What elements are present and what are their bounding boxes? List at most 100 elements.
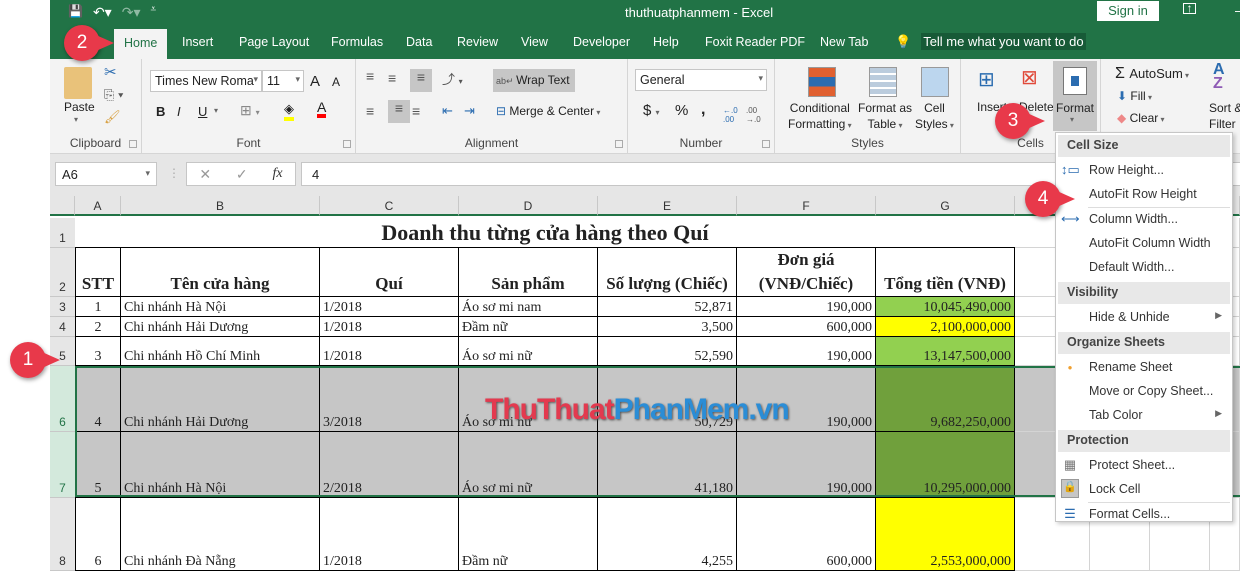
unit-price-cell[interactable]: 190,000 <box>737 297 876 317</box>
sort-filter-button[interactable]: Sort & Filter <box>1209 100 1240 132</box>
middle-align-icon[interactable]: ≡ <box>388 70 396 86</box>
menu-item-autofit-column-width[interactable]: AutoFit Column Width <box>1056 232 1232 256</box>
borders-icon[interactable]: ⊞ ▾ <box>240 102 260 119</box>
sheet-title[interactable]: Doanh thu từng cửa hàng theo Quí <box>75 218 1015 248</box>
copy-icon[interactable]: ⎘ ▾ <box>104 87 123 103</box>
conditional-formatting-button[interactable]: Conditional Formatting ▾ <box>788 100 852 134</box>
header-cell[interactable]: Số lượng (Chiếc) <box>598 248 737 297</box>
quarter-cell[interactable]: 3/2018 <box>320 366 459 432</box>
format-button[interactable]: Format ▾ <box>1053 61 1097 131</box>
percent-button[interactable]: % <box>675 102 688 119</box>
select-all-corner[interactable] <box>50 196 75 216</box>
number-format-select[interactable]: General ▾ <box>635 69 767 91</box>
increase-indent-icon[interactable]: ⇥ <box>464 103 475 119</box>
tab-foxit-reader-pdf[interactable]: Foxit Reader PDF <box>705 35 805 49</box>
redo-icon[interactable]: ↷▾ <box>122 4 141 21</box>
total-cell[interactable]: 9,682,250,000 <box>876 366 1015 432</box>
menu-item-format-cells[interactable]: ☰ Format Cells... <box>1056 503 1232 527</box>
bottom-align-icon[interactable]: ≡ <box>410 69 432 92</box>
quantity-cell[interactable]: 4,255 <box>598 498 737 571</box>
shrink-font-button[interactable]: A <box>332 75 340 89</box>
orientation-icon[interactable]: ⤴ ▾ <box>442 69 463 88</box>
quantity-cell[interactable]: 52,871 <box>598 297 737 317</box>
minimize-icon[interactable]: — <box>1235 2 1240 18</box>
tell-me-box[interactable]: 💡 Tell me what you want to do <box>895 33 1086 50</box>
bold-button[interactable]: B <box>156 104 165 119</box>
stt-cell[interactable]: 4 <box>75 366 121 432</box>
cancel-icon[interactable]: ✕ <box>199 166 211 183</box>
quarter-cell[interactable]: 1/2018 <box>320 337 459 366</box>
clipboard-launcher-icon[interactable] <box>129 140 137 148</box>
decrease-indent-icon[interactable]: ⇤ <box>442 103 453 119</box>
insert-function-icon[interactable]: fx <box>272 166 282 182</box>
column-header-a[interactable]: A <box>75 196 121 216</box>
column-header-f[interactable]: F <box>737 196 876 216</box>
underline-dropdown-icon[interactable]: ▾ <box>214 106 218 115</box>
paste-button[interactable]: Paste <box>64 100 95 114</box>
save-icon[interactable]: 💾 <box>68 4 83 21</box>
menu-item-rename-sheet[interactable]: ● Rename Sheet <box>1056 356 1232 380</box>
clear-button[interactable]: ◆ Clear ▾ <box>1117 111 1165 125</box>
cell-styles-button[interactable]: Cell Styles ▾ <box>915 100 954 134</box>
tab-page-layout[interactable]: Page Layout <box>239 35 309 49</box>
quarter-cell[interactable]: 1/2018 <box>320 317 459 337</box>
tab-view[interactable]: View <box>521 35 548 49</box>
currency-button[interactable]: $ ▾ <box>643 102 660 119</box>
stt-cell[interactable]: 6 <box>75 498 121 571</box>
align-left-icon[interactable]: ≡ <box>366 103 374 119</box>
name-box[interactable]: A6 ▾ <box>55 162 157 186</box>
total-cell[interactable]: 2,100,000,000 <box>876 317 1015 337</box>
customize-qat-icon[interactable]: ⩡ <box>150 4 156 21</box>
quarter-cell[interactable]: 1/2018 <box>320 498 459 571</box>
row-header-3[interactable]: 3 <box>50 297 75 317</box>
row-header-4[interactable]: 4 <box>50 317 75 337</box>
format-as-table-button[interactable]: Format as Table ▾ <box>858 100 912 134</box>
store-name-cell[interactable]: Chi nhánh Hà Nội <box>121 432 320 498</box>
row-header-1[interactable]: 1 <box>50 218 75 248</box>
font-launcher-icon[interactable] <box>343 140 351 148</box>
decrease-decimal-button[interactable]: .00 →.0 <box>746 106 761 124</box>
quantity-cell[interactable]: 52,590 <box>598 337 737 366</box>
store-name-cell[interactable]: Chi nhánh Hải Dương <box>121 317 320 337</box>
header-cell[interactable]: Đơn giá (VNĐ/Chiếc) <box>737 248 876 297</box>
tab-help[interactable]: Help <box>653 35 679 49</box>
align-center-icon[interactable]: ≡ <box>388 100 410 123</box>
tab-home[interactable]: Home <box>114 29 168 59</box>
top-align-icon[interactable]: ≡ <box>366 68 374 84</box>
tab-data[interactable]: Data <box>406 35 432 49</box>
quarter-cell[interactable]: 2/2018 <box>320 432 459 498</box>
unit-price-cell[interactable]: 190,000 <box>737 337 876 366</box>
tab-review[interactable]: Review <box>457 35 498 49</box>
merge-center-button[interactable]: ⊟ Merge & Center ▾ <box>496 104 600 118</box>
undo-icon[interactable]: ↶▾ <box>93 4 112 21</box>
product-cell[interactable]: Đầm nữ <box>459 498 598 571</box>
menu-item-hide-unhide[interactable]: Hide & Unhide ▶ <box>1056 306 1232 330</box>
stt-cell[interactable]: 3 <box>75 337 121 366</box>
increase-decimal-button[interactable]: ←.0.00 <box>723 106 738 124</box>
paste-icon[interactable] <box>64 67 92 99</box>
sign-in-button[interactable]: Sign in <box>1097 1 1159 21</box>
comma-button[interactable]: , <box>701 101 705 119</box>
store-name-cell[interactable]: Chi nhánh Hồ Chí Minh <box>121 337 320 366</box>
tab-insert[interactable]: Insert <box>182 35 213 49</box>
product-cell[interactable]: Đầm nữ <box>459 317 598 337</box>
menu-item-column-width[interactable]: ⟷ Column Width... <box>1056 208 1232 232</box>
underline-button[interactable]: U <box>198 104 207 119</box>
quantity-cell[interactable]: 41,180 <box>598 432 737 498</box>
store-name-cell[interactable]: Chi nhánh Hải Dương <box>121 366 320 432</box>
total-cell[interactable]: 10,045,490,000 <box>876 297 1015 317</box>
row-header-6[interactable]: 6 <box>50 366 75 432</box>
header-cell[interactable]: Tổng tiền (VNĐ) <box>876 248 1015 297</box>
cut-icon[interactable]: ✂ <box>104 63 117 81</box>
column-header-d[interactable]: D <box>459 196 598 216</box>
font-color-icon[interactable]: A <box>317 100 327 118</box>
stt-cell[interactable]: 1 <box>75 297 121 317</box>
fill-color-icon[interactable]: ◈ <box>284 101 294 121</box>
total-cell[interactable]: 13,147,500,000 <box>876 337 1015 366</box>
align-right-icon[interactable]: ≡ <box>412 103 420 119</box>
menu-item-autofit-row-height[interactable]: AutoFit Row Height <box>1056 183 1232 207</box>
enter-icon[interactable]: ✓ <box>236 166 248 183</box>
tab-developer[interactable]: Developer <box>573 35 630 49</box>
header-cell[interactable]: STT <box>75 248 121 297</box>
unit-price-cell[interactable]: 600,000 <box>737 317 876 337</box>
